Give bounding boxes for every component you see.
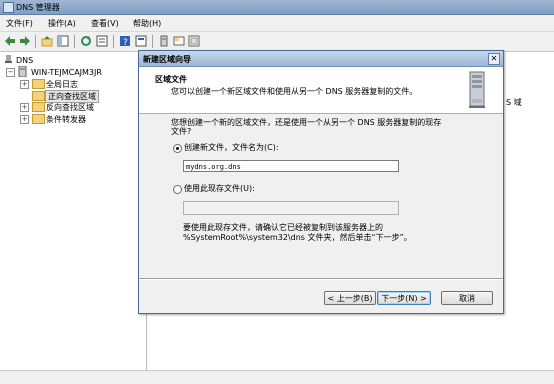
note-text-line1: 要使用此现存文件，请确认它已经被复制到该服务器上的 [183,223,383,232]
note-text-line2: %SystemRoot%\system32\dns 文件夹，然后单击“下一步”。 [183,233,412,242]
cancel-button[interactable]: 取消 [441,291,493,305]
use-existing-file-radio[interactable] [173,185,182,194]
back-arrow-icon[interactable] [4,35,16,47]
toolbar-separator [74,35,75,48]
menu-help[interactable]: 帮助(H) [133,18,161,29]
folder-open-icon [32,91,45,101]
tree-server[interactable]: WIN-TEJMCAJM3JR [31,68,102,77]
wizard-step-description: 您可以创建一个新区域文件和使用从另一个 DNS 服务器复制的文件。 [171,87,418,96]
collapse-server-icon[interactable]: − [6,68,15,77]
menu-file[interactable]: 文件(F) [6,18,33,29]
expand-conditional-forwarders-icon[interactable]: + [20,115,29,124]
result-pane-partial-text: S 域 [506,98,522,107]
dialog-titlebar: 新建区域向导 ✕ [139,51,503,67]
dns-root-icon [5,55,12,63]
use-existing-file-label[interactable]: 使用此现存文件(U): [184,184,255,194]
help-icon[interactable]: ? [119,35,131,47]
back-button[interactable]: < 上一步(B) [324,291,376,305]
server-tower-icon [469,71,485,108]
menu-view[interactable]: 查看(V) [91,18,119,29]
toolbar-separator [35,35,36,48]
menu-bar: 文件(F) 操作(A) 查看(V) 帮助(H) [0,15,554,32]
console-tree: DNS − WIN-TEJMCAJM3JR + 全局日志 正向查找区域 + 反向… [0,52,147,370]
expand-reverse-zones-icon[interactable]: + [20,103,29,112]
export-list-icon[interactable] [96,35,108,47]
server-list-icon[interactable] [158,35,170,47]
dialog-close-button[interactable]: ✕ [488,53,500,65]
dns-app-icon [3,2,14,13]
toolbar-separator [113,35,114,48]
wizard-header: 区域文件 您可以创建一个新区域文件和使用从另一个 DNS 服务器复制的文件。 [139,67,503,114]
wizard-footer-divider [139,278,503,280]
toolbar: ? [0,32,554,52]
folder-icon [32,102,45,112]
expand-global-logs-icon[interactable]: + [20,80,29,89]
status-bar [0,370,554,384]
up-folder-icon[interactable] [41,35,53,47]
server-icon [18,66,27,77]
question-text-line2: 文件? [171,127,192,136]
window-title: DNS 管理器 [16,3,60,12]
tree-item-global-logs[interactable]: 全局日志 [46,79,78,90]
refresh-icon[interactable] [80,35,92,47]
create-new-file-radio[interactable] [173,144,182,153]
zone-icon[interactable] [173,35,185,47]
toolbar-separator [152,35,153,48]
dialog-title: 新建区域向导 [143,55,191,64]
question-text-line1: 您想创建一个新的区域文件，还是使用一个从另一个 DNS 服务器复制的现存 [171,118,442,127]
create-new-file-label[interactable]: 创建新文件，文件名为(C): [184,143,279,153]
record-icon[interactable] [188,35,200,47]
svg-text:?: ? [123,38,128,47]
folder-icon [32,114,45,124]
forward-arrow-icon[interactable] [19,35,31,47]
tree-item-conditional-forwarders[interactable]: 条件转发器 [46,114,86,125]
menu-action[interactable]: 操作(A) [48,18,76,29]
next-button[interactable]: 下一步(N) > [377,291,431,305]
folder-icon [32,79,45,89]
new-file-name-input[interactable]: mydns.org.dns [183,160,399,172]
existing-file-name-input[interactable] [183,201,399,215]
wizard-step-title: 区域文件 [155,75,187,84]
properties-icon[interactable] [135,35,147,47]
new-zone-wizard-dialog: 新建区域向导 ✕ 区域文件 您可以创建一个新区域文件和使用从另一个 DNS 服务… [138,50,504,314]
window-titlebar: DNS 管理器 [0,0,554,15]
tree-root-dns[interactable]: DNS [16,56,33,65]
tree-item-reverse-lookup-zones[interactable]: 反向查找区域 [46,102,94,113]
show-hide-tree-icon[interactable] [57,35,69,47]
